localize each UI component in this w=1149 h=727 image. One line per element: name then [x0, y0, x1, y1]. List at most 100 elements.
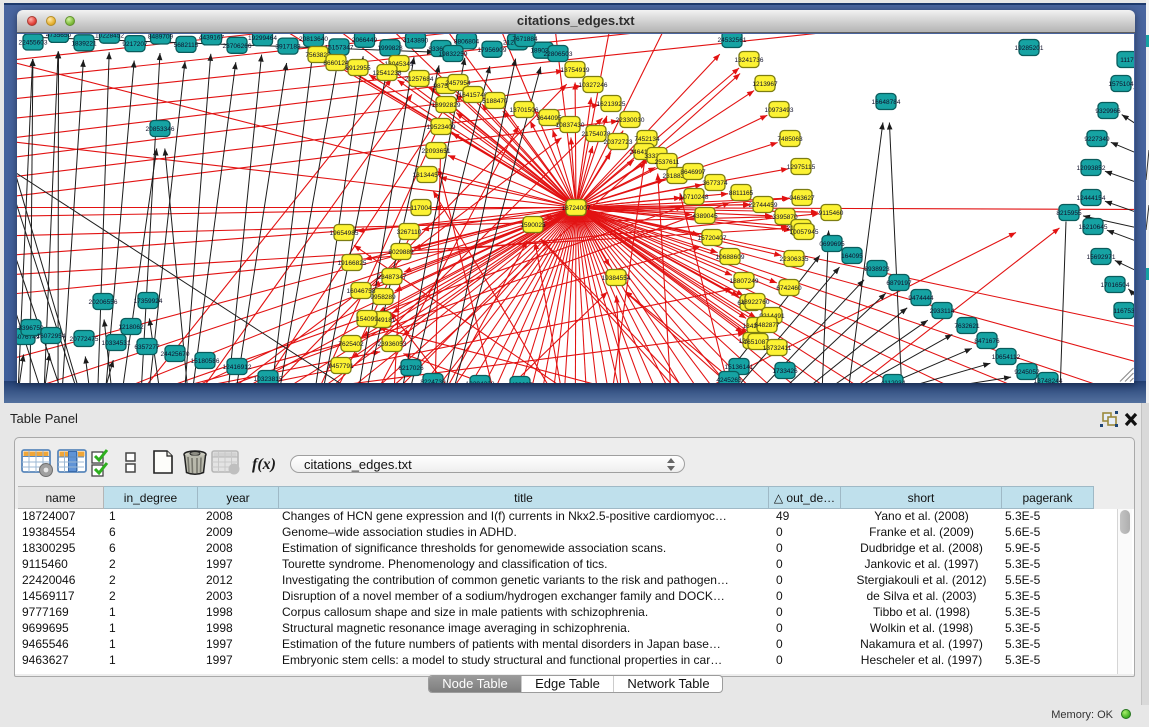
svg-text:1213967: 1213967 — [752, 81, 778, 88]
svg-text:20813640: 20813640 — [299, 36, 328, 43]
svg-text:f(x): f(x) — [252, 456, 276, 473]
svg-text:3267110: 3267110 — [397, 229, 422, 236]
svg-text:20772475: 20772475 — [70, 336, 99, 343]
svg-text:23706266: 23706266 — [223, 42, 252, 49]
svg-text:4112034: 4112034 — [881, 380, 906, 383]
svg-text:4439167: 4439167 — [199, 34, 225, 41]
svg-text:116753: 116753 — [1113, 308, 1134, 315]
svg-text:8806804: 8806804 — [454, 38, 480, 45]
svg-text:1839221: 1839221 — [71, 40, 97, 47]
svg-text:9463627: 9463627 — [789, 195, 815, 202]
svg-text:16072954: 16072954 — [37, 333, 66, 340]
svg-text:7452134: 7452134 — [634, 136, 660, 143]
svg-text:10973493: 10973493 — [765, 107, 794, 114]
svg-text:19832259: 19832259 — [439, 51, 468, 58]
svg-text:6217026: 6217026 — [398, 365, 424, 372]
svg-text:16648784: 16648784 — [872, 99, 901, 106]
svg-text:18922760: 18922760 — [741, 299, 770, 306]
svg-text:22455603: 22455603 — [19, 39, 48, 46]
svg-text:9227349: 9227349 — [1084, 136, 1110, 143]
svg-text:22744459: 22744459 — [749, 202, 778, 209]
svg-text:12541238: 12541238 — [373, 70, 402, 77]
svg-text:19654985: 19654985 — [330, 230, 359, 237]
svg-text:10837430: 10837430 — [556, 122, 585, 129]
svg-text:21754078: 21754078 — [582, 131, 611, 138]
svg-text:15720407: 15720407 — [698, 235, 727, 242]
svg-text:0699695: 0699695 — [819, 241, 845, 248]
svg-text:22306335: 22306335 — [780, 256, 809, 263]
svg-text:18807249: 18807249 — [730, 278, 759, 285]
svg-text:10057945: 10057945 — [790, 229, 819, 236]
svg-text:16213925: 16213925 — [597, 101, 626, 108]
svg-text:1733426: 1733426 — [772, 368, 798, 375]
svg-text:12294238: 12294238 — [466, 381, 495, 383]
svg-text:13134457: 13134457 — [413, 172, 442, 179]
svg-text:12444154: 12444154 — [1077, 195, 1106, 202]
svg-text:3677374: 3677374 — [702, 180, 728, 187]
svg-text:7632621: 7632621 — [954, 323, 980, 330]
svg-text:19285201: 19285201 — [1015, 45, 1044, 52]
svg-text:24425670: 24425670 — [161, 351, 190, 358]
svg-text:22330030: 22330030 — [616, 117, 645, 124]
svg-text:1117: 1117 — [1120, 57, 1134, 64]
svg-text:18992829: 18992829 — [432, 102, 461, 109]
svg-text:10228452: 10228452 — [95, 34, 124, 40]
svg-text:117004: 117004 — [410, 205, 432, 212]
svg-text:10334531: 10334531 — [102, 340, 131, 347]
svg-text:1999828: 1999828 — [377, 45, 403, 52]
svg-text:15180586: 15180586 — [191, 358, 220, 365]
svg-text:17956909: 17956909 — [478, 46, 507, 53]
svg-text:8396759: 8396759 — [18, 325, 44, 332]
svg-text:9474444: 9474444 — [908, 295, 934, 302]
svg-text:18724007: 18724007 — [562, 205, 591, 212]
svg-text:6482877: 6482877 — [754, 322, 780, 329]
svg-text:22093651: 22093651 — [422, 148, 451, 155]
svg-text:2933114: 2933114 — [930, 308, 955, 315]
svg-text:9245052: 9245052 — [1014, 369, 1040, 376]
svg-text:8938923: 8938923 — [864, 266, 890, 273]
svg-text:20372723: 20372723 — [604, 139, 633, 146]
svg-text:8811165: 8811165 — [729, 190, 754, 197]
svg-text:13754919: 13754919 — [561, 67, 590, 74]
svg-text:9217207: 9217207 — [122, 41, 148, 48]
svg-text:1590023: 1590023 — [520, 222, 546, 229]
svg-text:15157347: 15157347 — [325, 44, 354, 51]
svg-text:22806503: 22806503 — [544, 51, 573, 58]
svg-text:23936053: 23936053 — [378, 341, 407, 348]
svg-text:15692971: 15692971 — [1087, 254, 1116, 261]
svg-text:7485063: 7485063 — [777, 136, 803, 143]
svg-text:9958289: 9958289 — [370, 294, 396, 301]
svg-text:21257684: 21257684 — [405, 76, 434, 83]
svg-text:19299464: 19299464 — [248, 35, 277, 42]
svg-text:2537611: 2537611 — [655, 159, 680, 166]
svg-text:17016504: 17016504 — [1101, 282, 1130, 289]
svg-text:19166825: 19166825 — [338, 260, 367, 267]
svg-text:19523409: 19523409 — [427, 124, 456, 131]
svg-text:16210645: 16210645 — [1079, 224, 1108, 231]
svg-text:6742460: 6742460 — [776, 285, 802, 292]
svg-text:12975115: 12975115 — [787, 164, 816, 171]
svg-text:19384554: 19384554 — [602, 275, 631, 282]
svg-text:13748244: 13748244 — [1034, 378, 1063, 383]
svg-text:3644095: 3644095 — [536, 115, 562, 122]
svg-text:9115460: 9115460 — [819, 210, 844, 217]
svg-text:4429607: 4429607 — [507, 382, 533, 383]
svg-text:10688609: 10688609 — [716, 254, 745, 261]
svg-text:1575104: 1575104 — [1108, 81, 1134, 88]
svg-text:164095: 164095 — [841, 253, 863, 260]
svg-text:5188470: 5188470 — [482, 98, 508, 105]
svg-text:20853346: 20853346 — [146, 126, 175, 133]
svg-text:6879197: 6879197 — [886, 280, 912, 287]
svg-text:154099: 154099 — [356, 316, 378, 323]
svg-text:13701506: 13701506 — [510, 107, 539, 114]
svg-text:8215955: 8215955 — [1056, 210, 1082, 217]
svg-text:7625402: 7625402 — [338, 341, 364, 348]
svg-text:8224730: 8224730 — [420, 379, 446, 383]
svg-text:24532561: 24532561 — [718, 37, 747, 44]
svg-text:4245263: 4245263 — [716, 377, 742, 383]
svg-text:17359924: 17359924 — [134, 298, 163, 305]
svg-text:12093852: 12093852 — [1077, 165, 1106, 172]
svg-text:4735650: 4735650 — [46, 34, 72, 39]
svg-text:2066449: 2066449 — [352, 36, 378, 43]
svg-text:10654112: 10654112 — [992, 354, 1021, 361]
